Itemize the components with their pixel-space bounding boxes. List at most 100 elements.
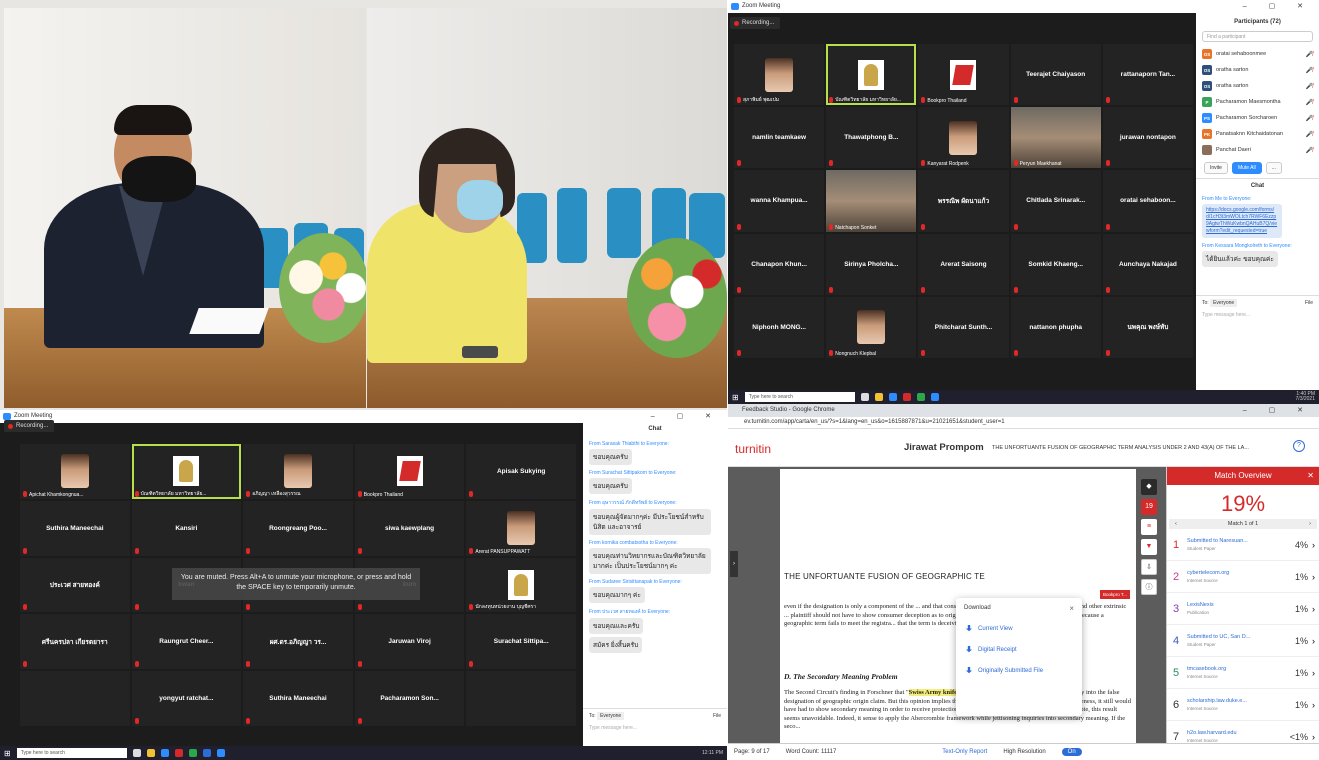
info-icon[interactable]: ⓘ	[1141, 579, 1157, 595]
participant-tile[interactable]: Chanapon Khun...	[734, 233, 825, 295]
cortana-icon[interactable]	[860, 393, 869, 401]
participant-tile[interactable]: Pacharamon Son...	[354, 671, 465, 726]
match-source-row[interactable]: 4 Submitted to UC, San D... Student Paper 1…	[1167, 625, 1319, 657]
participant-tile[interactable]: Roongreang Poo...	[243, 500, 353, 556]
bars-icon[interactable]: ≡	[1141, 519, 1157, 535]
edge-icon[interactable]	[160, 749, 169, 757]
sidebar-toggle[interactable]: ›	[730, 551, 738, 577]
participant-tile[interactable]: นพคุณ พงษ์ทับ	[1102, 296, 1193, 358]
file-button[interactable]: File	[1305, 300, 1313, 306]
participant-tile[interactable]: Peryun Maekhanat	[1010, 107, 1101, 169]
participant-row[interactable]: OS oratha sarton 🎤̸	[1196, 62, 1319, 78]
recording-indicator[interactable]: Recording...	[4, 420, 55, 432]
participant-tile[interactable]: Arerat Saisong	[918, 233, 1009, 295]
participant-tile[interactable]: Suthira Maneechai	[20, 500, 130, 556]
participant-tile[interactable]: Phitcharat Sunth...	[918, 296, 1009, 358]
participant-tile[interactable]: นักลงทุนหน่วยงาน บุญชีศรา	[466, 557, 576, 613]
zoom-taskbar-icon[interactable]	[216, 749, 225, 757]
participant-tile[interactable]: ประเวศ สายทองค์	[20, 557, 130, 613]
match-source-row[interactable]: 3 LexisNexis Publication 1% ›	[1167, 593, 1319, 625]
prev-icon[interactable]: ‹	[1175, 521, 1177, 527]
download-digital-receipt[interactable]: Digital Receipt	[956, 639, 1082, 660]
next-icon[interactable]: ›	[1309, 521, 1311, 527]
chevron-right-icon[interactable]: ›	[1312, 732, 1315, 742]
app-icon[interactable]	[902, 393, 911, 401]
muted-mic-icon[interactable]: 🎤̸	[1306, 83, 1313, 90]
chevron-right-icon[interactable]: ›	[1312, 572, 1315, 582]
participant-tile[interactable]: อภิญญา เหลืองสุวรรณ	[243, 444, 353, 499]
chevron-right-icon[interactable]: ›	[1312, 604, 1315, 614]
participant-tile[interactable]: oratai sehaboon...	[1102, 170, 1193, 232]
recipient-select[interactable]: Everyone	[1210, 299, 1238, 307]
participant-tile[interactable]: พรรณิพ ผัดนาแก้ว	[918, 170, 1009, 232]
invite-button[interactable]: Invite	[1204, 162, 1228, 174]
muted-mic-icon[interactable]: 🎤̸	[1306, 51, 1313, 58]
participant-search-input[interactable]: Find a participant	[1202, 31, 1313, 42]
windows-start-icon[interactable]: ⊞	[4, 749, 11, 758]
participant-tile[interactable]: jurawan nontapon	[1102, 107, 1193, 169]
participant-tile[interactable]: Jaruwan Viroj	[354, 614, 465, 670]
participant-tile[interactable]: ผศ.ดร.อภิญญา วร...	[243, 614, 353, 670]
download-current-view[interactable]: Current View	[956, 618, 1082, 639]
file-explorer-icon[interactable]	[874, 393, 883, 401]
chat-input[interactable]: Type message here...	[1196, 310, 1319, 320]
taskbar-search[interactable]: Type here to search	[16, 748, 127, 758]
participant-tile[interactable]: nattanon phupha	[1010, 296, 1101, 358]
match-source-row[interactable]: 6 scholarship.law.duke.e... Internet Sourc…	[1167, 689, 1319, 721]
filter-icon[interactable]: ▼	[1141, 539, 1157, 555]
window-controls[interactable]: – ▢ ✕	[651, 412, 721, 420]
participant-tile[interactable]: Raungrut Cheer...	[131, 614, 242, 670]
close-icon[interactable]: ×	[1069, 604, 1074, 613]
recipient-select[interactable]: Everyone	[597, 712, 625, 720]
participant-tile[interactable]: Somkid Khaeng...	[1010, 233, 1101, 295]
participant-row[interactable]: Panchat Daeri 🎤̸	[1196, 142, 1319, 158]
participant-tile[interactable]: Arerat PANSUPPAWATT	[466, 500, 576, 556]
file-explorer-icon[interactable]	[146, 749, 155, 757]
match-source-row[interactable]: 1 Submitted to Naresuan... Student Paper 4%…	[1167, 529, 1319, 561]
muted-mic-icon[interactable]: 🎤̸	[1306, 131, 1313, 138]
participant-tile[interactable]: Nongnuch Klepbal	[826, 296, 917, 358]
match-highlight[interactable]: Swiss Army knife	[908, 689, 958, 696]
participant-tile[interactable]: Niphonh MONG...	[734, 296, 825, 358]
participant-tile[interactable]: บัณฑิตวิทยาลัย มหาวิทยาลัย...	[826, 44, 917, 106]
participant-tile[interactable]: Natchapon Sonket	[826, 170, 917, 232]
participant-tile[interactable]: สุภาพิมย์ พุฒเปม	[734, 44, 825, 106]
participant-tile[interactable]	[466, 671, 576, 726]
more-button[interactable]: ...	[1265, 162, 1282, 174]
app-icon[interactable]	[174, 749, 183, 757]
close-icon[interactable]: ✕	[1307, 467, 1314, 485]
match-tag[interactable]: Bookpro T...	[1100, 590, 1130, 599]
participant-tile[interactable]: wanna Khampua...	[734, 170, 825, 232]
match-source-row[interactable]: 5 tmcasebook.org Internet Source 1% ›	[1167, 657, 1319, 689]
chevron-right-icon[interactable]: ›	[1312, 700, 1315, 710]
muted-mic-icon[interactable]: 🎤̸	[1306, 115, 1313, 122]
download-icon[interactable]: ⇩	[1141, 559, 1157, 575]
muted-mic-icon[interactable]: 🎤̸	[1306, 99, 1313, 106]
muted-mic-icon[interactable]: 🎤̸	[1306, 67, 1313, 74]
chat-input[interactable]: Type message here...	[583, 723, 727, 733]
text-only-report-link[interactable]: Text-Only Report	[942, 749, 987, 755]
participant-tile[interactable]: Bookpro Thailand	[918, 44, 1009, 106]
address-bar[interactable]: ev.turnitin.com/app/carta/en_us/?s=1&lan…	[728, 417, 1319, 429]
word-icon[interactable]	[202, 749, 211, 757]
match-source-row[interactable]: 2 cybertelecom.org Internet Source 1% ›	[1167, 561, 1319, 593]
file-button[interactable]: File	[713, 713, 721, 719]
layers-icon[interactable]: ◆	[1141, 479, 1157, 495]
participant-tile[interactable]: บัณฑิตวิทยาลัย มหาวิทยาลัย...	[131, 444, 242, 499]
participant-row[interactable]: OS oratha sarton 🎤̸	[1196, 78, 1319, 94]
participant-row[interactable]: OS oratai sehaboonmee 🎤̸	[1196, 46, 1319, 62]
participant-tile[interactable]: siwa kaewplang	[354, 500, 465, 556]
taskbar-search[interactable]: Type here to search	[744, 392, 855, 402]
match-count-button[interactable]: 19	[1141, 499, 1157, 515]
participant-tile[interactable]: Sirinya Pholcha...	[826, 233, 917, 295]
participant-tile[interactable]: yongyut ratchat...	[131, 671, 242, 726]
participant-tile[interactable]: Kansiri	[131, 500, 242, 556]
chevron-right-icon[interactable]: ›	[1312, 636, 1315, 646]
recording-indicator[interactable]: Recording...	[730, 17, 781, 29]
participant-tile[interactable]: Bookpro Thailand	[354, 444, 465, 499]
participant-tile[interactable]: Apisak Sukying	[466, 444, 576, 499]
participant-tile[interactable]: namlin teamkaew	[734, 107, 825, 169]
participant-tile[interactable]: Suthira Maneechai	[243, 671, 353, 726]
participant-tile[interactable]: Surachat Sittipa...	[466, 614, 576, 670]
chevron-right-icon[interactable]: ›	[1312, 668, 1315, 678]
